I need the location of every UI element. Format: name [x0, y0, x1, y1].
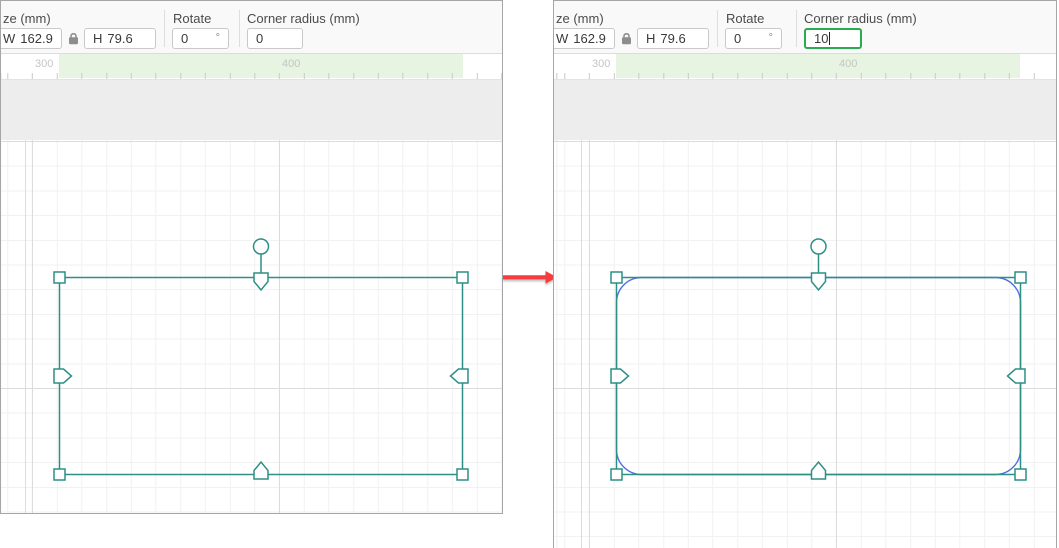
- rotate-label: Rotate: [726, 11, 765, 26]
- toolbar-divider: [239, 10, 240, 47]
- width-prefix: W: [556, 31, 569, 46]
- toolbar-divider: [796, 10, 797, 47]
- ruler-tick-label: 400: [282, 58, 301, 70]
- width-value: 162.9: [573, 31, 606, 46]
- degree-symbol: °: [215, 32, 220, 44]
- corner-radius-label: Corner radius (mm): [247, 11, 360, 26]
- ruler-tick-label: 300: [592, 58, 611, 70]
- rotate-input[interactable]: 0 °: [725, 28, 782, 49]
- width-prefix: W: [3, 31, 16, 46]
- horizontal-ruler: 300 400: [554, 54, 1056, 80]
- height-value: 79.6: [660, 31, 686, 46]
- editor-panel-before: ze (mm) W 162.9 H 79.6 Rotate 0 ° Corner…: [0, 0, 503, 514]
- toolbar-divider: [164, 10, 165, 47]
- rotate-input[interactable]: 0 °: [172, 28, 229, 49]
- height-input[interactable]: H 79.6: [84, 28, 156, 49]
- corner-radius-value: 0: [256, 31, 264, 46]
- toolbar-divider: [717, 10, 718, 47]
- corner-radius-value: 10: [814, 31, 829, 46]
- height-value: 79.6: [107, 31, 133, 46]
- design-canvas[interactable]: [554, 140, 1056, 548]
- workspace-margin: [1, 80, 502, 140]
- lock-closed-icon[interactable]: [68, 31, 79, 45]
- rotate-label: Rotate: [173, 11, 212, 26]
- height-input[interactable]: H 79.6: [637, 28, 709, 49]
- size-label: ze (mm): [3, 11, 51, 26]
- width-input[interactable]: W 162.9: [1, 28, 62, 49]
- red-arrow-right-icon: [503, 271, 557, 284]
- corner-radius-input[interactable]: 10: [804, 28, 862, 49]
- corner-radius-input[interactable]: 0: [247, 28, 303, 49]
- corner-radius-label: Corner radius (mm): [804, 11, 917, 26]
- properties-toolbar: ze (mm) W 162.9 H 79.6 Rotate 0 ° Corner…: [554, 1, 1056, 54]
- design-canvas[interactable]: [1, 140, 502, 513]
- ruler-tick-label: 400: [839, 58, 858, 70]
- before-after-comparison: ze (mm) W 162.9 H 79.6 Rotate 0 ° Corner…: [0, 0, 1059, 548]
- horizontal-ruler: 300 400: [1, 54, 502, 80]
- rotate-value: 0: [181, 31, 189, 46]
- degree-symbol: °: [768, 32, 773, 44]
- width-input[interactable]: W 162.9: [554, 28, 615, 49]
- width-value: 162.9: [20, 31, 53, 46]
- size-label: ze (mm): [556, 11, 604, 26]
- height-prefix: H: [646, 31, 656, 46]
- properties-toolbar: ze (mm) W 162.9 H 79.6 Rotate 0 ° Corner…: [1, 1, 502, 54]
- text-caret: [829, 32, 831, 45]
- ruler-tick-label: 300: [35, 58, 54, 70]
- lock-closed-icon[interactable]: [621, 31, 632, 45]
- height-prefix: H: [93, 31, 103, 46]
- ruler-ticks: [554, 73, 1056, 79]
- ruler-ticks: [1, 73, 502, 79]
- workspace-margin: [554, 80, 1056, 140]
- editor-panel-after: ze (mm) W 162.9 H 79.6 Rotate 0 ° Corner…: [553, 0, 1057, 548]
- rotate-value: 0: [734, 31, 742, 46]
